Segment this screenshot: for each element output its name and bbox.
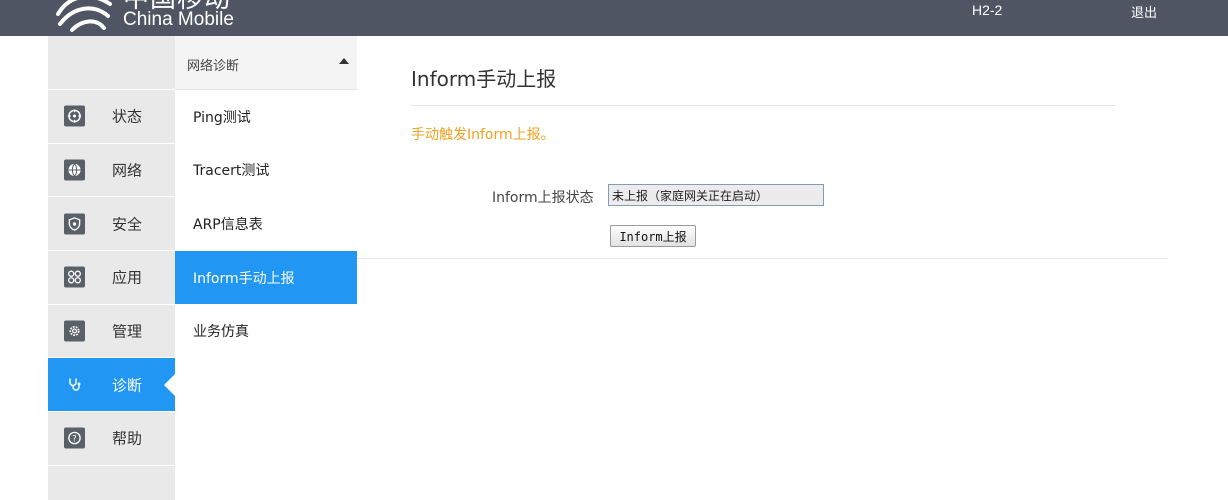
shield-icon — [64, 213, 85, 235]
top-header: 中国移动 China Mobile H2-2 退出 — [0, 0, 1228, 36]
page-title: Inform手动上报 — [411, 67, 557, 91]
help-icon: ? — [64, 427, 85, 449]
sub-nav-item-tracert[interactable]: Tracert测试 — [175, 144, 357, 198]
main-nav-item-management[interactable]: 管理 — [48, 305, 175, 359]
inform-status-label: Inform上报状态 — [492, 190, 594, 206]
main-nav-label: 管理 — [112, 322, 143, 341]
main-nav: 状态 网络 安全 应用 管理 诊断 ? 帮助 — [48, 36, 175, 500]
main-nav-label: 诊断 — [112, 376, 143, 395]
sub-nav-label: 业务仿真 — [193, 324, 249, 341]
main-nav-item-apps[interactable]: 应用 — [48, 251, 175, 305]
sub-nav-item-ping[interactable]: Ping测试 — [175, 90, 357, 144]
brand-name-english: China Mobile — [123, 9, 234, 30]
sub-nav-item-arp[interactable]: ARP信息表 — [175, 197, 357, 251]
logout-link[interactable]: 退出 — [1131, 2, 1157, 21]
title-divider — [411, 105, 1115, 106]
apps-grid-icon — [64, 266, 85, 288]
inform-status-field[interactable] — [608, 184, 824, 206]
sub-nav-item-service-simulation[interactable]: 业务仿真 — [175, 304, 357, 358]
main-nav-item-security[interactable]: 安全 — [48, 197, 175, 252]
main-nav-item-help[interactable]: ? 帮助 — [48, 412, 175, 466]
device-model: H2-2 — [972, 2, 1003, 18]
main-nav-label: 网络 — [112, 161, 143, 180]
main-nav-item-diagnostics[interactable]: 诊断 — [48, 358, 175, 413]
main-nav-spacer — [48, 36, 175, 90]
target-icon — [64, 105, 85, 127]
sub-nav-label: Tracert测试 — [193, 163, 270, 180]
svg-text:?: ? — [72, 434, 76, 444]
sub-nav-title: 网络诊断 — [187, 59, 240, 74]
content-divider — [357, 258, 1168, 259]
main-nav-label: 安全 — [112, 215, 143, 234]
sub-nav: 网络诊断 Ping测试 Tracert测试 ARP信息表 Inform手动上报 … — [175, 36, 357, 500]
globe-icon — [64, 159, 85, 181]
stethoscope-icon — [64, 374, 85, 395]
sub-nav-header[interactable]: 网络诊断 — [175, 36, 357, 90]
sub-nav-label: ARP信息表 — [193, 216, 263, 233]
main-nav-label: 帮助 — [112, 429, 143, 448]
main-nav-item-status[interactable]: 状态 — [48, 90, 175, 144]
sub-nav-label: Inform手动上报 — [193, 270, 295, 287]
hint-text: 手动触发Inform上报。 — [411, 127, 555, 143]
sub-nav-label: Ping测试 — [193, 109, 251, 126]
caret-up-icon — [339, 58, 349, 64]
china-mobile-logo-icon — [56, 0, 112, 32]
main-nav-item-network[interactable]: 网络 — [48, 144, 175, 198]
main-nav-label: 应用 — [112, 268, 143, 287]
inform-report-button[interactable]: Inform上报 — [610, 225, 696, 247]
gear-icon — [64, 320, 85, 342]
main-nav-label: 状态 — [112, 107, 143, 126]
sub-nav-item-inform[interactable]: Inform手动上报 — [175, 250, 357, 305]
